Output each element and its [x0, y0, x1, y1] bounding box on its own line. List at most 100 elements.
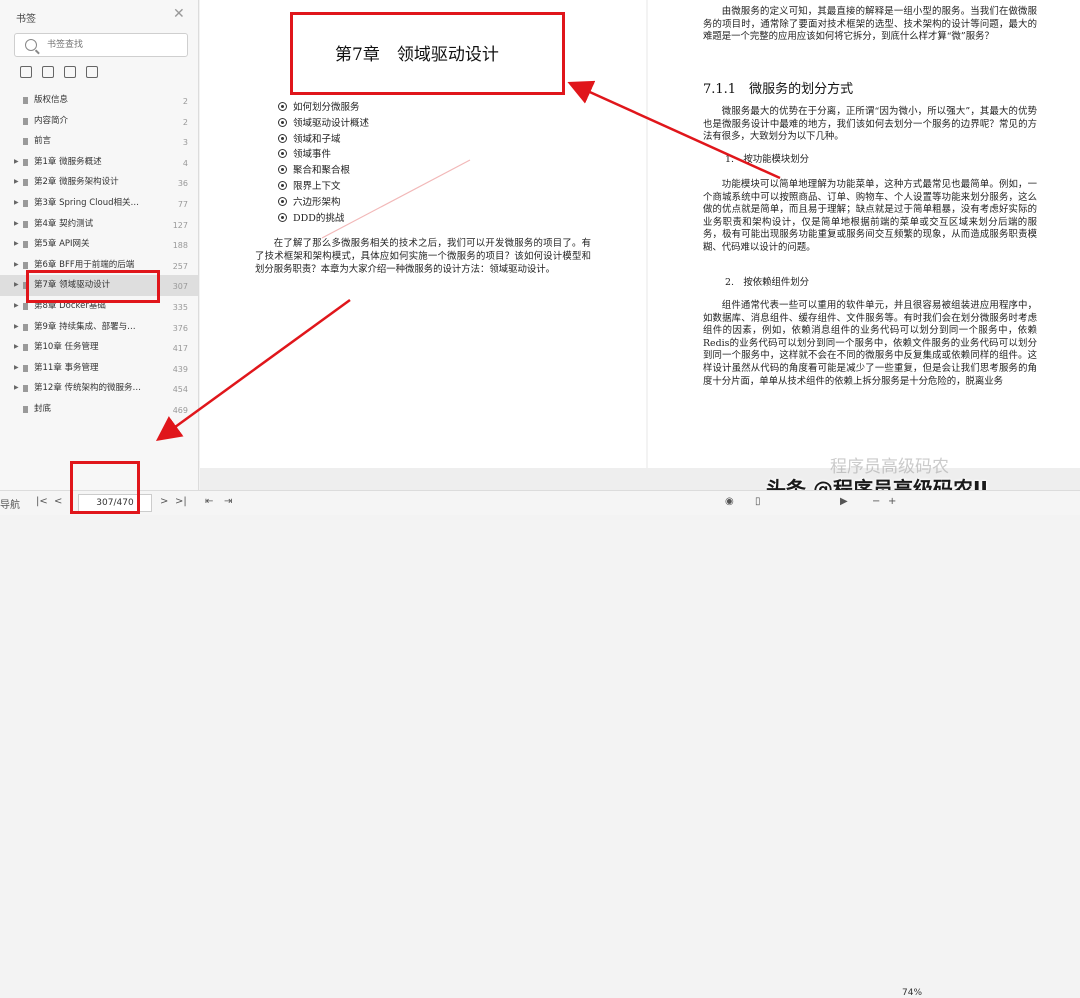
bookmark-item[interactable]: 封底 469 — [0, 399, 198, 420]
bookmark-item[interactable]: ▶ 第2章 微服务架构设计 36 — [0, 172, 198, 193]
bookmark-item[interactable]: ▶ 第9章 持续集成、部署与… 376 — [0, 317, 198, 338]
bookmark-item[interactable]: ▶ 第11章 事务管理 439 — [0, 358, 198, 379]
expand-arrow-icon[interactable]: ▶ — [14, 255, 19, 276]
paragraph: 功能模块可以简单地理解为功能菜单，这种方式最常见也最简单。例如，一个商城系统中可… — [703, 179, 1037, 253]
next-page-icon[interactable]: > — [160, 496, 168, 507]
outline-item: 聚合和聚合根 — [278, 163, 369, 179]
bookmark-item[interactable]: ▶ 第3章 Spring Cloud相关… 77 — [0, 193, 198, 214]
first-page-icon[interactable]: |< — [36, 496, 48, 507]
bookmark-icon — [23, 158, 28, 166]
expand-all-icon[interactable] — [20, 66, 32, 78]
bookmark-label: 内容简介 — [34, 115, 69, 126]
exit-fullscreen-icon[interactable]: ⇤ — [205, 496, 213, 507]
bookmark-page-number: 36 — [177, 179, 188, 189]
bookmark-item[interactable]: ▶ 第12章 传统架构的微服务… 454 — [0, 378, 198, 399]
bookmark-label: 第12章 传统架构的微服务… — [34, 383, 142, 394]
expand-arrow-icon[interactable]: ▶ — [14, 358, 19, 379]
outline-item-text: 聚合和聚合根 — [293, 165, 351, 177]
sidebar-title: 书签 — [16, 14, 36, 25]
prev-page-icon[interactable]: < — [54, 496, 62, 507]
expand-arrow-icon[interactable]: ▶ — [14, 193, 19, 214]
bookmark-label: 第2章 微服务架构设计 — [34, 177, 119, 188]
expand-arrow-icon[interactable]: ▶ — [14, 296, 19, 317]
bookmark-page-number: 4 — [182, 158, 188, 168]
collapse-all-icon[interactable] — [42, 66, 54, 78]
bookmark-icon — [23, 97, 28, 104]
subheading: 1. 按功能模块划分 — [725, 154, 809, 165]
close-icon[interactable]: ✕ — [173, 6, 185, 22]
bookmark-page-number: 127 — [172, 220, 188, 230]
status-bar: 导航 |< < > >| ⇤ ⇥ ◉ ▯ ▶ − + 74% — [0, 490, 1080, 998]
bookmark-search-input[interactable] — [45, 39, 179, 51]
bookmark-sidebar: 书签 ✕ 版权信息 2 内容简介 2 前言 3 ▶ 第1章 微服务概述 4 ▶ 第2章 微服务架构设… — [0, 0, 199, 490]
bullet-icon — [278, 117, 287, 127]
bookmark-item[interactable]: ▶ 第4章 契约测试 127 — [0, 214, 198, 235]
annotation-box-chapter7-bookmark — [26, 270, 160, 303]
bookmark-label: 封底 — [34, 403, 52, 414]
bookmark-page-number: 2 — [182, 117, 188, 127]
chapter-intro: 在了解了那么多微服务相关的技术之后，我们可以开发微服务的项目了。有了技术框架和架… — [255, 238, 591, 275]
bookmark-page-number: 439 — [172, 364, 188, 374]
bookmark-page-number: 2 — [182, 97, 188, 106]
bookmark-page-number: 188 — [172, 241, 188, 251]
outline-item: 领域事件 — [278, 147, 369, 163]
bullet-icon — [278, 165, 287, 175]
bookmark-page-number: 77 — [177, 199, 188, 209]
outline-item-text: 如何划分微服务 — [293, 102, 360, 113]
outline-item-text: DDD的挑战 — [293, 212, 345, 224]
bookmark-icon — [23, 405, 28, 413]
bookmark-item[interactable]: 内容简介 2 — [0, 111, 198, 132]
bookmark-icon — [23, 220, 28, 228]
bookmark-label: 第9章 持续集成、部署与… — [34, 321, 136, 332]
bookmark-item[interactable]: ▶ 第10章 任务管理 417 — [0, 337, 198, 358]
bookmark-page-number: 3 — [182, 138, 188, 148]
nav-label[interactable]: 导航 — [0, 496, 20, 511]
section-heading: 7.1.1 微服务的划分方式 — [703, 82, 854, 97]
bookmark-item[interactable]: 前言 3 — [0, 131, 198, 152]
add-bookmark-icon[interactable] — [64, 66, 76, 78]
outline-item: 领域和子域 — [278, 132, 369, 148]
bookmark-label: 版权信息 — [34, 95, 69, 105]
eye-icon[interactable]: ◉ — [725, 496, 734, 507]
fit-icon[interactable]: ⇥ — [224, 496, 232, 507]
bookmark-icon — [23, 138, 28, 146]
outline-item: DDD的挑战 — [278, 211, 369, 227]
bookmark-page-number: 335 — [172, 302, 188, 312]
bookmark-icon — [23, 117, 28, 125]
bookmark-icon — [23, 179, 28, 187]
expand-arrow-icon[interactable]: ▶ — [14, 172, 19, 193]
bullet-icon — [278, 212, 287, 222]
outline-item-text: 领域驱动设计概述 — [293, 117, 370, 129]
bullet-icon — [278, 149, 287, 159]
zoom-level[interactable]: 74% — [902, 988, 922, 998]
expand-arrow-icon[interactable]: ▶ — [14, 317, 19, 338]
bullet-icon — [278, 196, 287, 206]
last-page-icon[interactable]: >| — [175, 496, 187, 507]
outline-item-text: 领域事件 — [293, 149, 332, 161]
expand-arrow-icon[interactable]: ▶ — [14, 337, 19, 358]
bookmark-icon — [23, 302, 28, 310]
bookmark-label: 第4章 契约测试 — [34, 218, 94, 229]
bullet-icon — [278, 133, 287, 143]
bookmark-label: 第11章 事务管理 — [34, 362, 99, 373]
expand-arrow-icon[interactable]: ▶ — [14, 275, 19, 296]
outline-item: 限界上下文 — [278, 179, 369, 195]
expand-arrow-icon[interactable]: ▶ — [14, 378, 19, 399]
expand-arrow-icon[interactable]: ▶ — [14, 214, 19, 235]
bookmark-item[interactable]: ▶ 第1章 微服务概述 4 — [0, 152, 198, 173]
bookmark-item[interactable]: ▶ 第5章 API网关 188 — [0, 234, 198, 255]
bookmark-icon — [23, 344, 28, 352]
expand-arrow-icon[interactable]: ▶ — [14, 234, 19, 255]
paragraph: 微服务最大的优势在于分离，正所谓“因为微小，所以强大”，其最大的优势也是微服务设… — [703, 106, 1037, 143]
expand-arrow-icon[interactable]: ▶ — [14, 152, 19, 173]
single-page-icon[interactable]: ▯ — [755, 496, 761, 507]
bookmark-item[interactable]: 版权信息 2 — [0, 90, 198, 111]
zoom-in-icon[interactable]: + — [888, 496, 896, 507]
bookmark-search[interactable] — [14, 33, 188, 57]
subheading: 2. 按依赖组件划分 — [725, 277, 809, 288]
zoom-out-icon[interactable]: − — [872, 496, 880, 507]
chapter-outline: 如何划分微服务 领域驱动设计概述 领域和子域 领域事件 聚合和聚合根 限界上下文 六边形架构… — [278, 100, 369, 226]
play-icon[interactable]: ▶ — [840, 496, 848, 507]
paragraph: 组件通常代表一些可以重用的软件单元，并且很容易被组装进应用程序中，如数据库、消息… — [703, 300, 1037, 387]
bookmark-icon[interactable] — [86, 66, 98, 78]
